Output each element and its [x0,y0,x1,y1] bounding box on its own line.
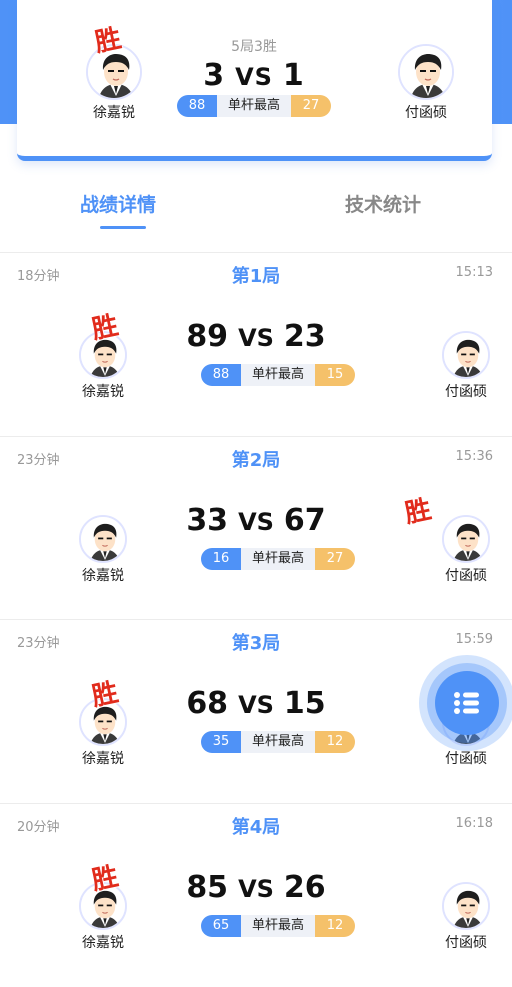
match-format: 5局3胜 [231,39,277,55]
game-right-score: 23 [283,319,326,354]
vs-label: VS [238,691,274,719]
game-right-score: 26 [283,870,326,905]
match-score: 3 VS 1 [159,58,349,93]
game-time: 15:13 [455,265,493,280]
fab-core [435,671,499,735]
game-card[interactable]: 18分钟 第1局 15:13 徐嘉锐 付函硕胜 89 VS 23 88 单杆最高 15 [0,253,512,436]
game-highest-left: 16 [201,548,241,570]
list-menu-icon [454,692,479,714]
win-badge: 胜 [92,23,124,59]
game-right-score: 67 [283,503,326,538]
game-title: 第3局 [231,633,281,654]
game-highest-break-pill: 35 单杆最高 12 [201,731,355,753]
vs-label: VS [238,875,274,903]
game-left-name: 徐嘉锐 [82,751,124,767]
match-score-card: 徐嘉锐 胜 5局3胜 3 VS 1 88 单杆最高 27 付函硕 [17,0,492,161]
game-left-score: 68 [186,686,229,721]
right-player[interactable]: 付函硕 [381,44,471,122]
game-highest-break-pill: 65 单杆最高 12 [201,915,355,937]
tab-tech-stats[interactable]: 技术统计 [345,190,421,217]
tab-match-details[interactable]: 战绩详情 [80,190,156,217]
game-card[interactable]: 20分钟 第4局 16:18 徐嘉锐 付函硕胜 85 VS 26 65 单杆最高 12 [0,804,512,987]
game-left-name: 徐嘉锐 [82,568,124,584]
game-right-name: 付函硕 [445,935,487,951]
game-time: 15:36 [455,449,493,464]
game-highest-right: 27 [315,548,355,570]
game-title: 第1局 [231,266,281,287]
game-highest-label: 单杆最高 [241,364,315,386]
highest-break-pill: 88 单杆最高 27 [177,95,331,117]
game-highest-label: 单杆最高 [241,548,315,570]
left-player-name: 徐嘉锐 [93,105,135,121]
game-right-name: 付函硕 [445,751,487,767]
highest-right: 27 [291,95,331,117]
tab-bar: 战绩详情 技术统计 [0,190,512,240]
game-score: 33 VS 67 [0,503,512,538]
game-highest-label: 单杆最高 [241,915,315,937]
game-score: 89 VS 23 [0,319,512,354]
left-player[interactable]: 徐嘉锐 [69,44,159,122]
game-title: 第2局 [231,450,281,471]
right-player-avatar [398,44,454,100]
game-title: 第4局 [231,817,281,838]
highest-label: 单杆最高 [217,95,291,117]
match-summary: 5局3胜 3 VS 1 88 单杆最高 27 [159,36,349,117]
game-highest-right: 15 [315,364,355,386]
game-highest-break-pill: 16 单杆最高 27 [201,548,355,570]
game-score: 85 VS 26 [0,870,512,905]
game-left-name: 徐嘉锐 [82,384,124,400]
vs-label: VS [238,508,274,536]
highest-left: 88 [177,95,217,117]
score-right: 1 [282,58,305,93]
active-tab-underline [100,226,146,229]
floating-menu-button[interactable] [419,655,512,751]
game-left-name: 徐嘉锐 [82,935,124,951]
game-highest-left: 35 [201,731,241,753]
game-card[interactable]: 23分钟 第2局 15:36 徐嘉锐 付函硕胜 33 VS 67 16 单杆最高 27 [0,437,512,620]
game-right-score: 15 [283,686,326,721]
game-highest-right: 12 [315,915,355,937]
game-time: 16:18 [455,816,493,831]
score-left: 3 [203,58,226,93]
game-left-score: 85 [186,870,229,905]
game-right-name: 付函硕 [445,568,487,584]
game-highest-label: 单杆最高 [241,731,315,753]
vs-label: VS [238,324,274,352]
game-left-score: 89 [186,319,229,354]
game-left-score: 33 [186,503,229,538]
game-highest-left: 88 [201,364,241,386]
game-right-name: 付函硕 [445,384,487,400]
vs-label: VS [235,63,273,91]
game-time: 15:59 [455,632,493,647]
game-highest-break-pill: 88 单杆最高 15 [201,364,355,386]
right-player-name: 付函硕 [405,105,447,121]
game-highest-left: 65 [201,915,241,937]
game-highest-right: 12 [315,731,355,753]
